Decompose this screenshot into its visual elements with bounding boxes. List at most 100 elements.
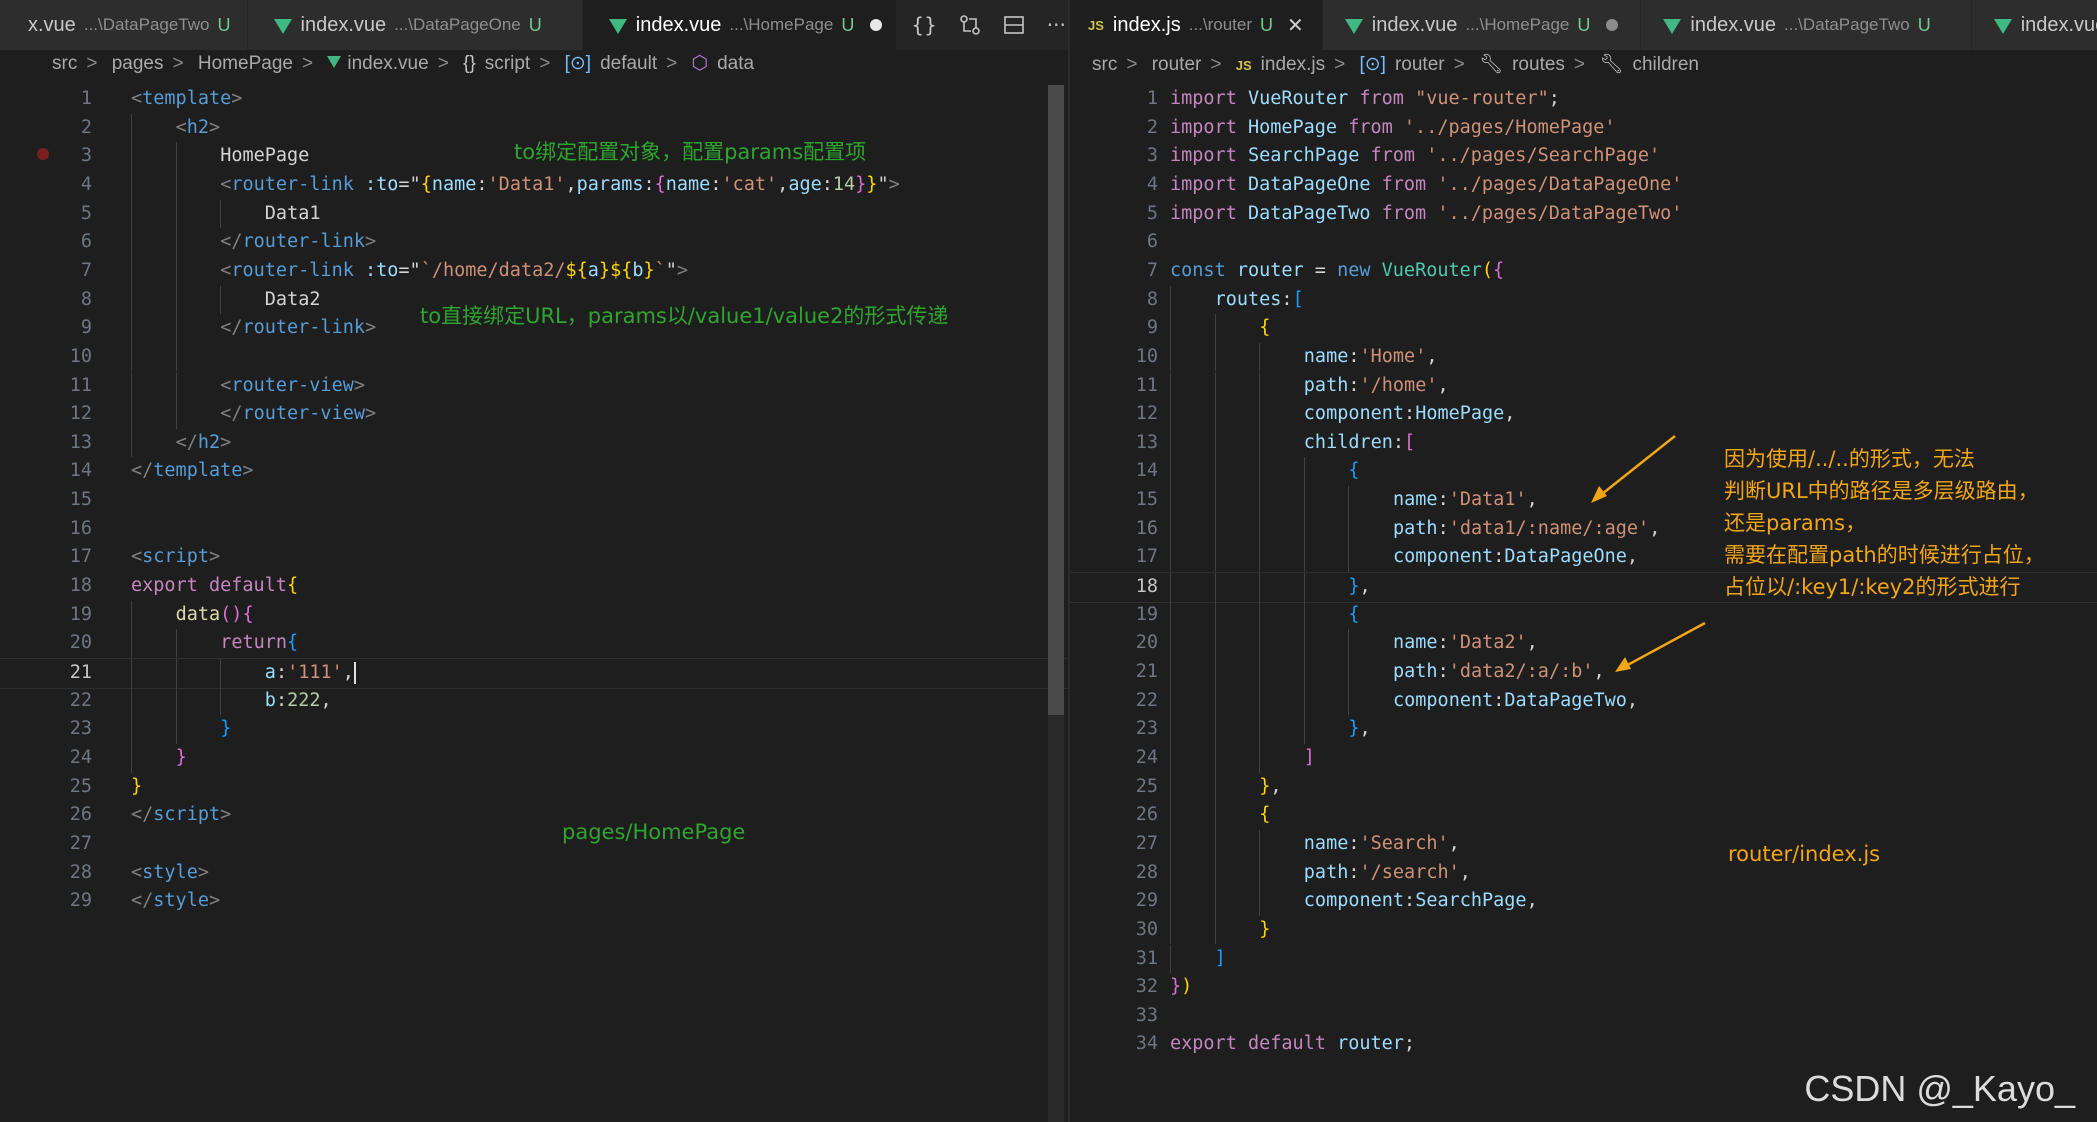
breadcrumb-item[interactable]: index.vue	[347, 53, 428, 75]
code-line[interactable]: 26 {	[1070, 801, 2097, 830]
code-line[interactable]: 16	[0, 515, 1068, 544]
code-line[interactable]: 21 a:'111',	[0, 658, 1068, 689]
code-line[interactable]: 24]	[1070, 743, 2097, 773]
tab-index-vue[interactable]: index.vue	[1971, 0, 2097, 50]
code-line[interactable]: 31]	[1070, 944, 2097, 974]
breadcrumb-item[interactable]: index.js	[1261, 54, 1325, 76]
indent-guide	[175, 285, 177, 315]
code-line[interactable]: 29 </style>	[0, 887, 1068, 916]
code-line[interactable]: 10 name:'Home',	[1070, 342, 2097, 372]
breadcrumb-item[interactable]: pages	[112, 53, 164, 75]
code-line[interactable]: 14 </template>	[0, 457, 1068, 486]
code-line[interactable]: 18 export default{	[0, 572, 1068, 601]
code-line[interactable]: 11 path:'/home',	[1070, 371, 2097, 401]
code-line[interactable]: 26 </script>	[0, 801, 1068, 830]
tab-router-index-js[interactable]: JS index.js ...\router U ✕	[1070, 0, 1323, 50]
breadcrumb-item[interactable]: script	[485, 53, 530, 75]
line-number: 10	[1135, 345, 1158, 367]
line-number: 16	[1135, 517, 1158, 539]
code-line[interactable]: 12 component:HomePage,	[1070, 400, 2097, 429]
braces-icon: {}	[463, 53, 476, 74]
code-text: })	[1170, 973, 1192, 1002]
indent-guide	[220, 659, 222, 688]
tab-homepage-vue[interactable]: index.vue ...\HomePage U	[1322, 0, 1642, 50]
tab-datapagetwo-vue[interactable]: x.vue ...\DataPageTwo U	[0, 0, 248, 50]
code-token: :	[1348, 861, 1360, 883]
minimap-right[interactable]	[2040, 85, 2096, 185]
code-line[interactable]: 29 component:SearchPage,	[1070, 887, 2097, 916]
code-line[interactable]: 10	[0, 342, 1068, 372]
code-line[interactable]: 5 Data1	[0, 199, 1068, 229]
code-line[interactable]: 7 <router-link :to="`/home/data2/${a}${b}…	[0, 256, 1068, 286]
code-line[interactable]: 27 name:'Search',	[1070, 829, 2097, 859]
code-line[interactable]: 13 </h2>	[0, 428, 1068, 458]
source-control-compare-icon[interactable]	[959, 14, 981, 36]
code-line[interactable]: 24}	[0, 743, 1068, 773]
more-actions-icon[interactable]: ···	[1047, 13, 1066, 37]
code-line[interactable]: 22 b:222,	[0, 686, 1068, 716]
code-token: >	[676, 259, 689, 281]
breadcrumb-item[interactable]: routes	[1512, 54, 1565, 76]
code-line[interactable]: 5 import DataPageTwo from '../pages/DataP…	[1070, 200, 2097, 229]
code-line[interactable]: 12 </router-view>	[0, 400, 1068, 429]
code-token: }	[1348, 576, 1360, 598]
breadcrumb-item[interactable]: src	[52, 53, 77, 75]
breadcrumb-item[interactable]: HomePage	[198, 53, 293, 75]
code-line[interactable]: 23},	[1070, 715, 2097, 744]
breadcrumb-item[interactable]: src	[1092, 54, 1117, 76]
code-line[interactable]: 32})	[1070, 973, 2097, 1002]
vertical-scrollbar[interactable]	[1048, 85, 1064, 1122]
tab-datapageone-vue[interactable]: index.vue ...\DataPageOne U	[247, 0, 583, 50]
split-editor-icon[interactable]	[1003, 14, 1025, 36]
code-line[interactable]: 25},	[1070, 772, 2097, 802]
code-line[interactable]: 25}	[0, 773, 1068, 802]
minimap-left[interactable]	[970, 85, 1026, 185]
left-tab-bar: x.vue ...\DataPageTwo U index.vue ...\Da…	[0, 0, 1068, 50]
code-line[interactable]: 27	[0, 830, 1068, 859]
breadcrumb-item[interactable]: children	[1632, 54, 1699, 76]
code-line[interactable]: 30}	[1070, 915, 2097, 945]
code-line[interactable]: 6	[1070, 228, 2097, 257]
code-line[interactable]: 33	[1070, 1002, 2097, 1031]
tab-datapagetwo-vue[interactable]: index.vue ...\DataPageTwo U	[1641, 0, 1972, 50]
unsaved-dot-icon[interactable]	[870, 19, 883, 31]
code-line[interactable]: 28 path:'/search',	[1070, 858, 2097, 888]
code-line[interactable]: 8 routes:[	[1070, 285, 2097, 315]
code-line[interactable]: 9{	[1070, 314, 2097, 343]
code-line[interactable]: 1 import VueRouter from "vue-router";	[1070, 85, 2097, 114]
code-text: import SearchPage from '../pages/SearchP…	[1170, 142, 1660, 171]
code-line[interactable]: 4 import DataPageOne from '../pages/DataP…	[1070, 171, 2097, 200]
breadcrumb-item[interactable]: data	[717, 53, 754, 75]
scrollbar-thumb[interactable]	[1048, 85, 1064, 715]
unsaved-dot-icon[interactable]	[1606, 19, 1619, 31]
close-icon[interactable]: ✕	[1287, 13, 1304, 38]
code-line[interactable]: 6 </router-link>	[0, 228, 1068, 257]
code-line[interactable]: 19 {	[1070, 600, 2097, 630]
code-line[interactable]: 11 <router-view>	[0, 371, 1068, 401]
code-line[interactable]: 17 <script>	[0, 543, 1068, 572]
code-line[interactable]: 28 <style>	[0, 859, 1068, 888]
code-line[interactable]: 19 data(){	[0, 600, 1068, 630]
code-token: 'data2/:a/:b'	[1448, 661, 1594, 682]
code-line[interactable]: 34 export default router;	[1070, 1030, 2097, 1059]
breadcrumb-item[interactable]: router	[1395, 54, 1445, 76]
code-line[interactable]: 20 return{	[0, 629, 1068, 658]
breadcrumb-item[interactable]: default	[600, 53, 657, 75]
braces-icon[interactable]: {}	[911, 13, 936, 37]
tab-homepage-vue[interactable]: index.vue ...\HomePage U	[582, 0, 898, 50]
code-line[interactable]: 2 import HomePage from '../pages/HomePage…	[1070, 114, 2097, 143]
code-line[interactable]: 22 component:DataPageTwo,	[1070, 686, 2097, 716]
code-line[interactable]: 15	[0, 486, 1068, 515]
code-line[interactable]: 20 name:'Data2',	[1070, 629, 2097, 658]
code-line[interactable]: 1 <template>	[0, 85, 1068, 114]
code-line[interactable]: 7 const router = new VueRouter({	[1070, 257, 2097, 286]
code-line[interactable]: 4 <router-link :to="{name:'Data1',params:…	[0, 170, 1068, 200]
code-token: >	[888, 173, 900, 195]
indent-guide	[1303, 629, 1305, 658]
code-line[interactable]: 21 path:'data2/:a/:b',	[1070, 658, 2097, 687]
code-line[interactable]: 23}	[0, 715, 1068, 744]
breadcrumb-item[interactable]: router	[1152, 54, 1202, 76]
code-line[interactable]: 3 import SearchPage from '../pages/Search…	[1070, 142, 2097, 171]
